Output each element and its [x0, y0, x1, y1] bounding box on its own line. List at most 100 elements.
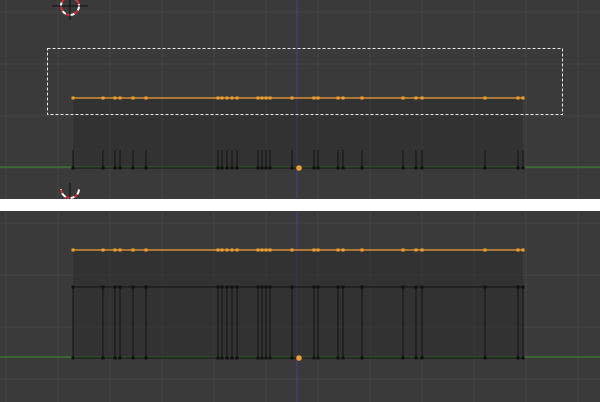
- selected-vertex: [483, 248, 487, 252]
- vertex: [264, 285, 268, 289]
- object-origin-icon: [296, 355, 302, 361]
- vertex: [341, 285, 345, 289]
- selected-vertex: [225, 248, 229, 252]
- viewport-canvas-top[interactable]: [0, 0, 600, 199]
- selected-vertex: [341, 96, 345, 100]
- selected-vertex: [101, 96, 105, 100]
- vertex: [225, 356, 229, 360]
- selected-vertex: [401, 96, 405, 100]
- selected-vertex: [264, 248, 268, 252]
- selected-vertex: [521, 96, 525, 100]
- vertex: [264, 356, 268, 360]
- selected-vertex: [144, 96, 148, 100]
- vertex: [235, 285, 239, 289]
- vertex: [144, 166, 148, 170]
- vertex: [414, 285, 418, 289]
- vertex: [521, 285, 525, 289]
- mesh-face: [73, 250, 523, 358]
- vertex: [225, 285, 229, 289]
- vertex: [516, 356, 520, 360]
- vertex: [268, 285, 272, 289]
- vertex: [312, 285, 316, 289]
- vertex: [118, 356, 122, 360]
- selected-vertex: [220, 96, 224, 100]
- selected-vertex: [131, 96, 135, 100]
- vertex: [516, 285, 520, 289]
- vertex: [483, 356, 487, 360]
- selected-vertex: [260, 248, 264, 252]
- selected-vertex: [316, 96, 320, 100]
- vertex: [131, 356, 135, 360]
- vertex: [131, 166, 135, 170]
- vertex: [268, 166, 272, 170]
- vertex: [113, 285, 117, 289]
- vertex: [131, 285, 135, 289]
- selected-vertex: [260, 96, 264, 100]
- selected-vertex: [420, 248, 424, 252]
- selected-vertex: [414, 248, 418, 252]
- viewport-after-extrude[interactable]: [0, 211, 600, 402]
- vertex: [216, 356, 220, 360]
- viewport-canvas-bottom[interactable]: [0, 211, 600, 402]
- selected-vertex: [401, 248, 405, 252]
- vertex: [256, 166, 260, 170]
- vertex: [316, 166, 320, 170]
- vertex: [401, 356, 405, 360]
- vertex: [220, 356, 224, 360]
- vertex: [235, 166, 239, 170]
- vertex: [260, 356, 264, 360]
- vertex: [264, 166, 268, 170]
- vertex: [420, 166, 424, 170]
- vertex: [101, 166, 105, 170]
- vertex: [341, 356, 345, 360]
- selected-vertex: [268, 96, 272, 100]
- selected-vertex: [312, 248, 316, 252]
- vertex: [71, 285, 75, 289]
- vertex: [360, 166, 364, 170]
- vertex: [225, 166, 229, 170]
- selected-vertex: [521, 248, 525, 252]
- vertex: [113, 166, 117, 170]
- selected-vertex: [113, 96, 117, 100]
- vertex: [256, 285, 260, 289]
- selected-vertex: [230, 96, 234, 100]
- selected-vertex: [264, 96, 268, 100]
- selected-vertex: [101, 248, 105, 252]
- selected-vertex: [516, 96, 520, 100]
- vertex: [316, 285, 320, 289]
- vertex: [290, 166, 294, 170]
- selected-vertex: [290, 248, 294, 252]
- vertex: [341, 166, 345, 170]
- vertex: [336, 356, 340, 360]
- selected-vertex: [483, 96, 487, 100]
- vertex: [118, 166, 122, 170]
- vertex: [220, 285, 224, 289]
- vertex: [256, 356, 260, 360]
- selected-vertex: [216, 248, 220, 252]
- vertex: [118, 285, 122, 289]
- vertex: [414, 166, 418, 170]
- selected-vertex: [230, 248, 234, 252]
- selected-vertex: [256, 96, 260, 100]
- vertex: [420, 356, 424, 360]
- vertex: [521, 166, 525, 170]
- viewport-before-extrude[interactable]: [0, 0, 600, 199]
- vertex: [483, 285, 487, 289]
- selected-vertex: [144, 248, 148, 252]
- selected-vertex: [420, 96, 424, 100]
- selected-vertex: [316, 248, 320, 252]
- vertex: [113, 356, 117, 360]
- selected-vertex: [336, 96, 340, 100]
- vertex: [401, 285, 405, 289]
- vertex: [235, 356, 239, 360]
- selected-vertex: [118, 96, 122, 100]
- vertex: [220, 166, 224, 170]
- vertex: [401, 166, 405, 170]
- vertex: [521, 356, 525, 360]
- vertex: [101, 356, 105, 360]
- vertex: [216, 166, 220, 170]
- selected-vertex: [516, 248, 520, 252]
- vertex: [260, 285, 264, 289]
- selected-vertex: [360, 248, 364, 252]
- selected-vertex: [71, 248, 75, 252]
